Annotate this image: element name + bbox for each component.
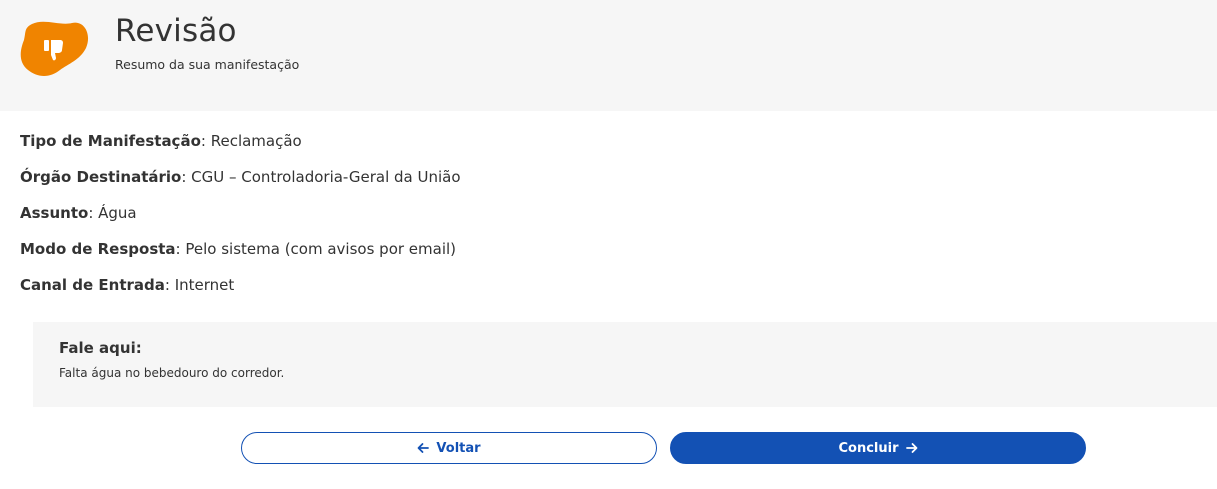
back-button-label: Voltar <box>436 440 481 456</box>
conclude-button[interactable]: Concluir <box>670 432 1086 464</box>
fale-aqui-title: Fale aqui: <box>59 339 142 357</box>
field-value: CGU – Controladoria-Geral da União <box>191 168 461 186</box>
page-subtitle: Resumo da sua manifestação <box>115 57 300 72</box>
field-modo-resposta: Modo de Resposta: Pelo sistema (com avis… <box>20 240 457 258</box>
field-value: Reclamação <box>210 132 302 150</box>
conclude-button-label: Concluir <box>838 440 899 456</box>
field-tipo-manifestacao: Tipo de Manifestação: Reclamação <box>20 132 302 150</box>
field-label: Órgão Destinatário <box>20 168 182 186</box>
field-orgao-destinatario: Órgão Destinatário: CGU – Controladoria-… <box>20 168 461 186</box>
fale-aqui-text: Falta água no bebedouro do corredor. <box>59 366 285 380</box>
field-value: Pelo sistema (com avisos por email) <box>185 240 457 258</box>
field-label: Modo de Resposta <box>20 240 176 258</box>
field-label: Canal de Entrada <box>20 276 165 294</box>
field-assunto: Assunto: Água <box>20 204 137 222</box>
thumbs-down-icon <box>20 20 90 76</box>
field-canal-entrada: Canal de Entrada: Internet <box>20 276 235 294</box>
field-value: Água <box>98 204 137 222</box>
field-label: Assunto <box>20 204 89 222</box>
fale-aqui-box: Fale aqui: Falta água no bebedouro do co… <box>33 322 1217 407</box>
field-label: Tipo de Manifestação <box>20 132 201 150</box>
arrow-left-icon <box>417 442 430 454</box>
arrow-right-icon <box>905 442 918 454</box>
field-value: Internet <box>174 276 235 294</box>
page-title: Revisão <box>115 13 237 49</box>
page-header: Revisão Resumo da sua manifestação <box>0 0 1217 111</box>
back-button[interactable]: Voltar <box>241 432 657 464</box>
